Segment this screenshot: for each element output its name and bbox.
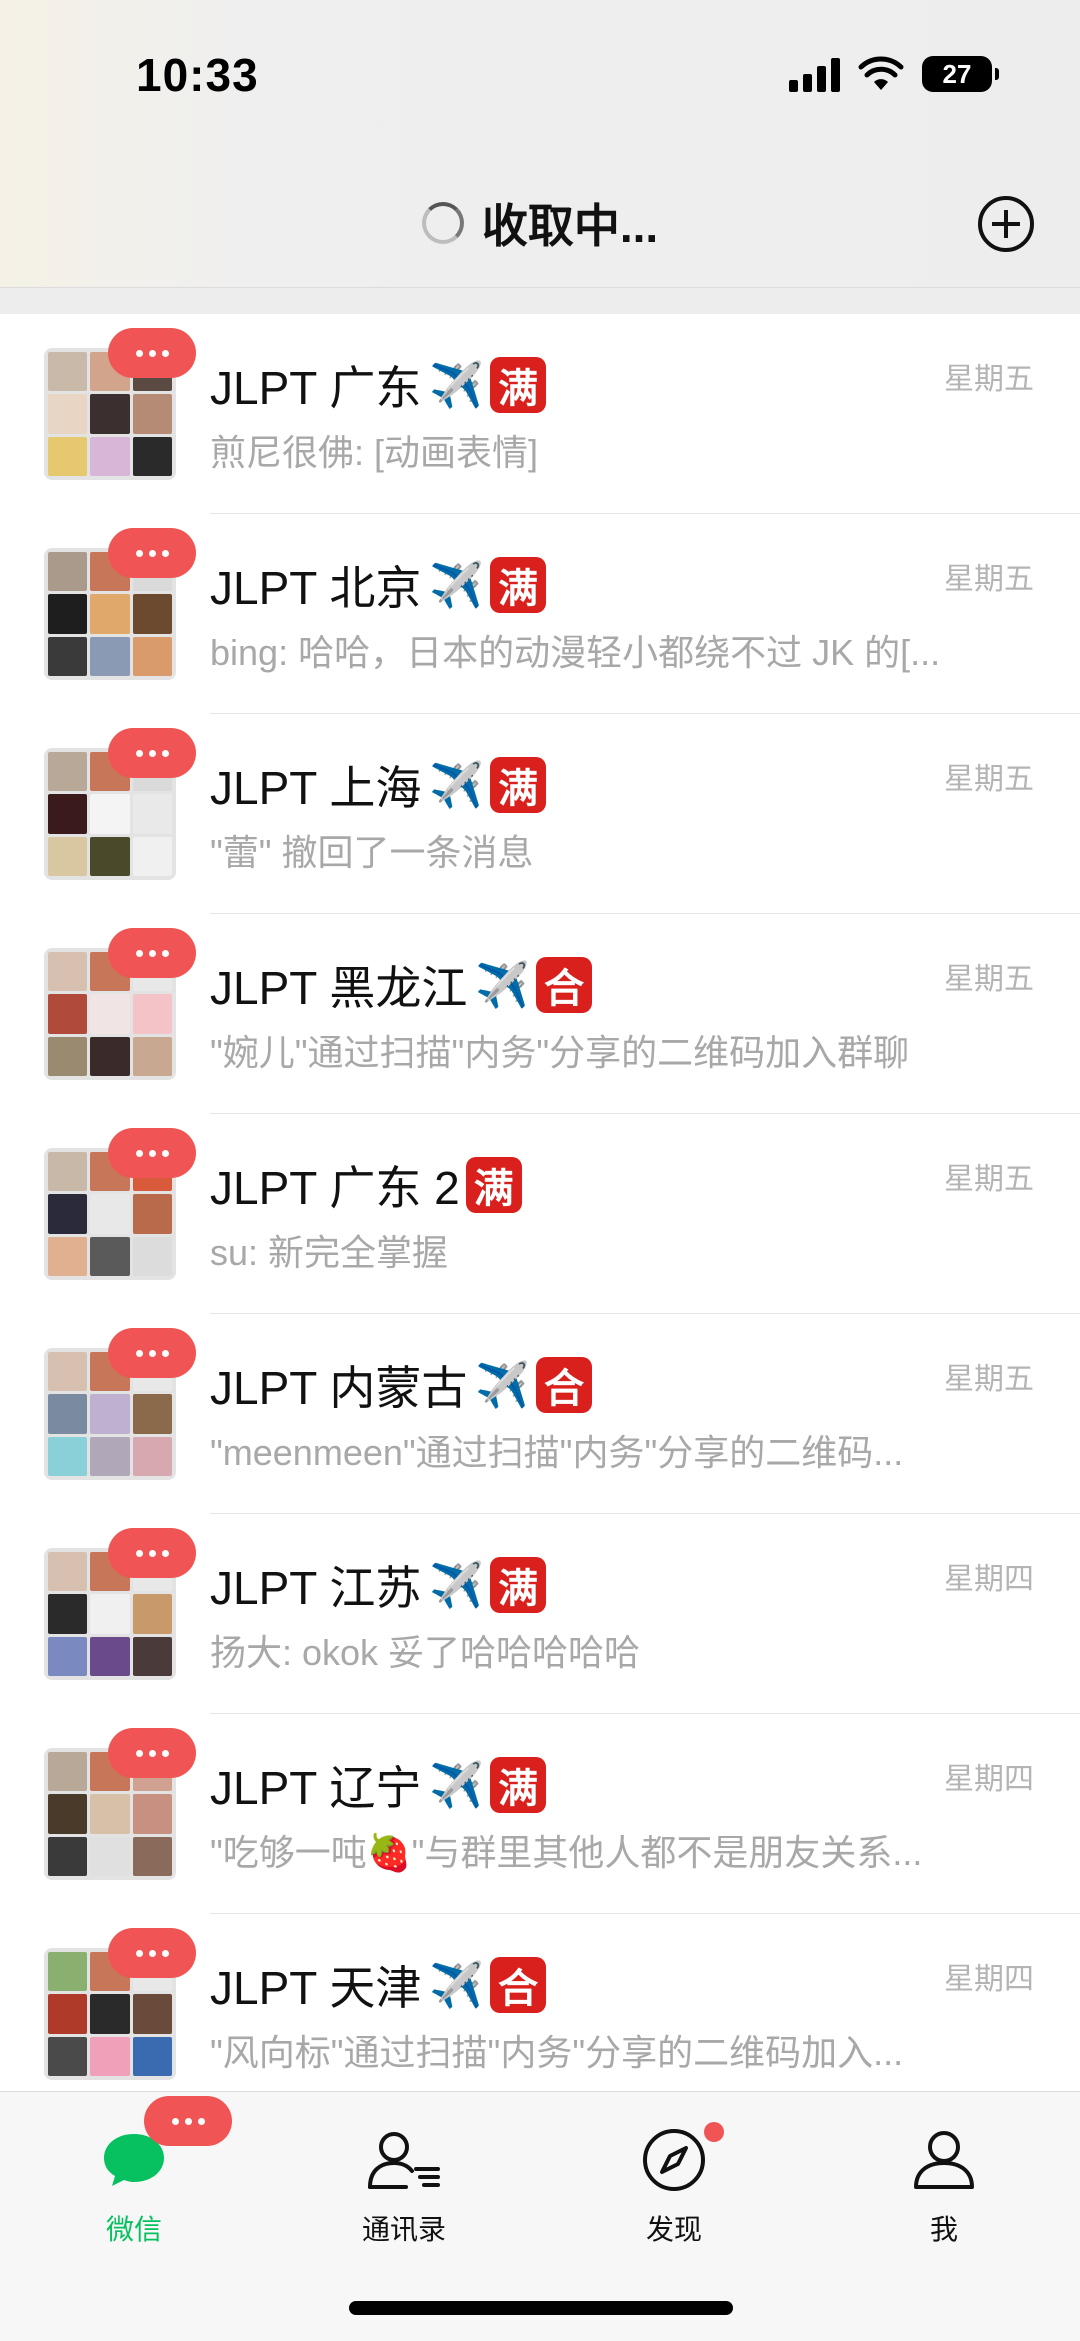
tab-contacts[interactable]: 通讯录: [314, 2122, 494, 2248]
chat-name-text: JLPT 广东 2: [210, 1162, 460, 1214]
chat-item[interactable]: JLPT 辽宁 ✈️ 满 星期四 "吃够一吨🍓"与群里其他人都不是朋友关系...: [0, 1714, 1080, 1914]
battery-icon: 27: [922, 56, 999, 92]
chat-item[interactable]: JLPT 广东 2 满 星期五 su: 新完全掌握: [0, 1114, 1080, 1314]
unread-badge: [108, 728, 196, 778]
status-icons: 27: [789, 56, 999, 92]
chat-item[interactable]: JLPT 江苏 ✈️ 满 星期四 扬大: okok 妥了哈哈哈哈哈: [0, 1514, 1080, 1714]
chat-name-text: JLPT 广东: [210, 362, 422, 414]
add-button[interactable]: [978, 196, 1034, 252]
chat-title: JLPT 北京 ✈️ 满: [210, 552, 547, 618]
tab-label: 我: [929, 2214, 958, 2245]
tab-me[interactable]: 我: [854, 2122, 1034, 2248]
chat-title: JLPT 天津 ✈️ 合: [210, 1952, 547, 2018]
tag-badge: 满: [490, 1557, 547, 1613]
chat-time: 星期五: [944, 563, 1034, 596]
chat-item[interactable]: JLPT 内蒙古 ✈️ 合 星期五 "meenmeen"通过扫描"内务"分享的二…: [0, 1314, 1080, 1514]
chat-title: JLPT 上海 ✈️ 满: [210, 752, 547, 818]
chat-title: JLPT 黑龙江 ✈️ 合: [210, 952, 593, 1018]
compass-icon: [643, 2129, 705, 2191]
airplane-icon: ✈️: [429, 361, 485, 410]
chat-time: 星期四: [944, 1763, 1034, 1796]
unread-badge: [108, 1328, 196, 1378]
notification-dot: [704, 2122, 724, 2142]
tag-badge: 满: [490, 757, 547, 813]
top-bar: 10:33 27 收取中...: [0, 0, 1080, 288]
chat-list[interactable]: JLPT 广东 ✈️ 满 星期五 煎尼很佛: [动画表情] JLPT 北京 ✈️…: [0, 314, 1080, 2114]
chat-time: 星期五: [944, 1363, 1034, 1396]
chat-time: 星期四: [944, 1963, 1034, 1996]
chat-preview: "meenmeen"通过扫描"内务"分享的二维码...: [210, 1432, 904, 1473]
unread-badge: [108, 1128, 196, 1178]
chat-time: 星期五: [944, 963, 1034, 996]
airplane-icon: ✈️: [429, 1961, 485, 2010]
chat-item[interactable]: JLPT 天津 ✈️ 合 星期四 "风向标"通过扫描"内务"分享的二维码加入..…: [0, 1914, 1080, 2114]
chat-title: JLPT 广东 ✈️ 满: [210, 352, 547, 418]
tag-badge: 满: [490, 1757, 547, 1813]
signal-icon: [789, 56, 840, 92]
chat-name-text: JLPT 内蒙古: [210, 1362, 468, 1414]
battery-level: 27: [942, 58, 972, 89]
chat-preview: "吃够一吨🍓"与群里其他人都不是朋友关系...: [210, 1832, 923, 1873]
unread-badge: [108, 328, 196, 378]
contacts-icon: [368, 2132, 440, 2189]
chat-preview: "蕾" 撤回了一条消息: [210, 832, 534, 873]
airplane-icon: ✈️: [429, 1561, 485, 1610]
airplane-icon: ✈️: [429, 761, 485, 810]
chat-name-text: JLPT 天津: [210, 1962, 422, 2014]
home-indicator[interactable]: [349, 2301, 733, 2315]
status-time: 10:33: [136, 49, 259, 101]
chat-item[interactable]: JLPT 黑龙江 ✈️ 合 星期五 "婉儿"通过扫描"内务"分享的二维码加入群聊: [0, 914, 1080, 1114]
tag-badge: 合: [536, 957, 593, 1013]
wifi-icon: [858, 56, 904, 90]
chat-time: 星期五: [944, 763, 1034, 796]
tag-badge: 满: [490, 357, 547, 413]
nav-title-area: 收取中...: [0, 190, 1080, 256]
tag-badge: 满: [490, 557, 547, 613]
loading-spinner-icon: [421, 202, 464, 244]
tag-badge: 合: [536, 1357, 593, 1413]
chat-name-text: JLPT 北京: [210, 562, 422, 614]
chat-item[interactable]: JLPT 上海 ✈️ 满 星期五 "蕾" 撤回了一条消息: [0, 714, 1080, 914]
chat-title: JLPT 内蒙古 ✈️ 合: [210, 1352, 593, 1418]
airplane-icon: ✈️: [429, 1761, 485, 1810]
tag-badge: 合: [490, 1957, 547, 2013]
tag-badge: 满: [465, 1157, 522, 1213]
chat-time: 星期五: [944, 1163, 1034, 1196]
tab-label: 发现: [645, 2214, 702, 2245]
chat-title: JLPT 广东 2 满: [210, 1152, 522, 1218]
tab-unread-badge: [144, 2096, 232, 2146]
unread-badge: [108, 1728, 196, 1778]
header-separator: [0, 288, 1080, 314]
chat-preview: "风向标"通过扫描"内务"分享的二维码加入...: [210, 2032, 904, 2073]
person-icon: [914, 2131, 974, 2189]
chat-name-text: JLPT 辽宁: [210, 1762, 422, 1814]
chat-preview: 煎尼很佛: [动画表情]: [210, 432, 539, 473]
airplane-icon: ✈️: [475, 1361, 531, 1410]
tab-label: 微信: [105, 2214, 162, 2245]
chat-title: JLPT 江苏 ✈️ 满: [210, 1552, 547, 1618]
unread-badge: [108, 1928, 196, 1978]
chat-preview: bing: 哈哈，日本的动漫轻小都绕不过 JK 的[...: [210, 632, 941, 673]
chat-name-text: JLPT 上海: [210, 762, 422, 814]
unread-badge: [108, 1528, 196, 1578]
airplane-icon: ✈️: [475, 961, 531, 1010]
chat-preview: su: 新完全掌握: [210, 1232, 449, 1273]
chat-item[interactable]: JLPT 广东 ✈️ 满 星期五 煎尼很佛: [动画表情]: [0, 314, 1080, 514]
tab-discover[interactable]: 发现: [584, 2122, 764, 2248]
chat-time: 星期四: [944, 1563, 1034, 1596]
chat-preview: 扬大: okok 妥了哈哈哈哈哈: [210, 1632, 641, 1673]
airplane-icon: ✈️: [429, 561, 485, 610]
unread-badge: [108, 528, 196, 578]
chat-time: 星期五: [944, 363, 1034, 396]
chat-name-text: JLPT 江苏: [210, 1562, 422, 1614]
chat-title: JLPT 辽宁 ✈️ 满: [210, 1752, 547, 1818]
chat-name-text: JLPT 黑龙江: [210, 962, 468, 1014]
page-title: 收取中...: [481, 200, 659, 252]
tab-label: 通讯录: [361, 2214, 446, 2245]
chat-preview: "婉儿"通过扫描"内务"分享的二维码加入群聊: [210, 1032, 910, 1073]
chat-item[interactable]: JLPT 北京 ✈️ 满 星期五 bing: 哈哈，日本的动漫轻小都绕不过 JK…: [0, 514, 1080, 714]
unread-badge: [108, 928, 196, 978]
